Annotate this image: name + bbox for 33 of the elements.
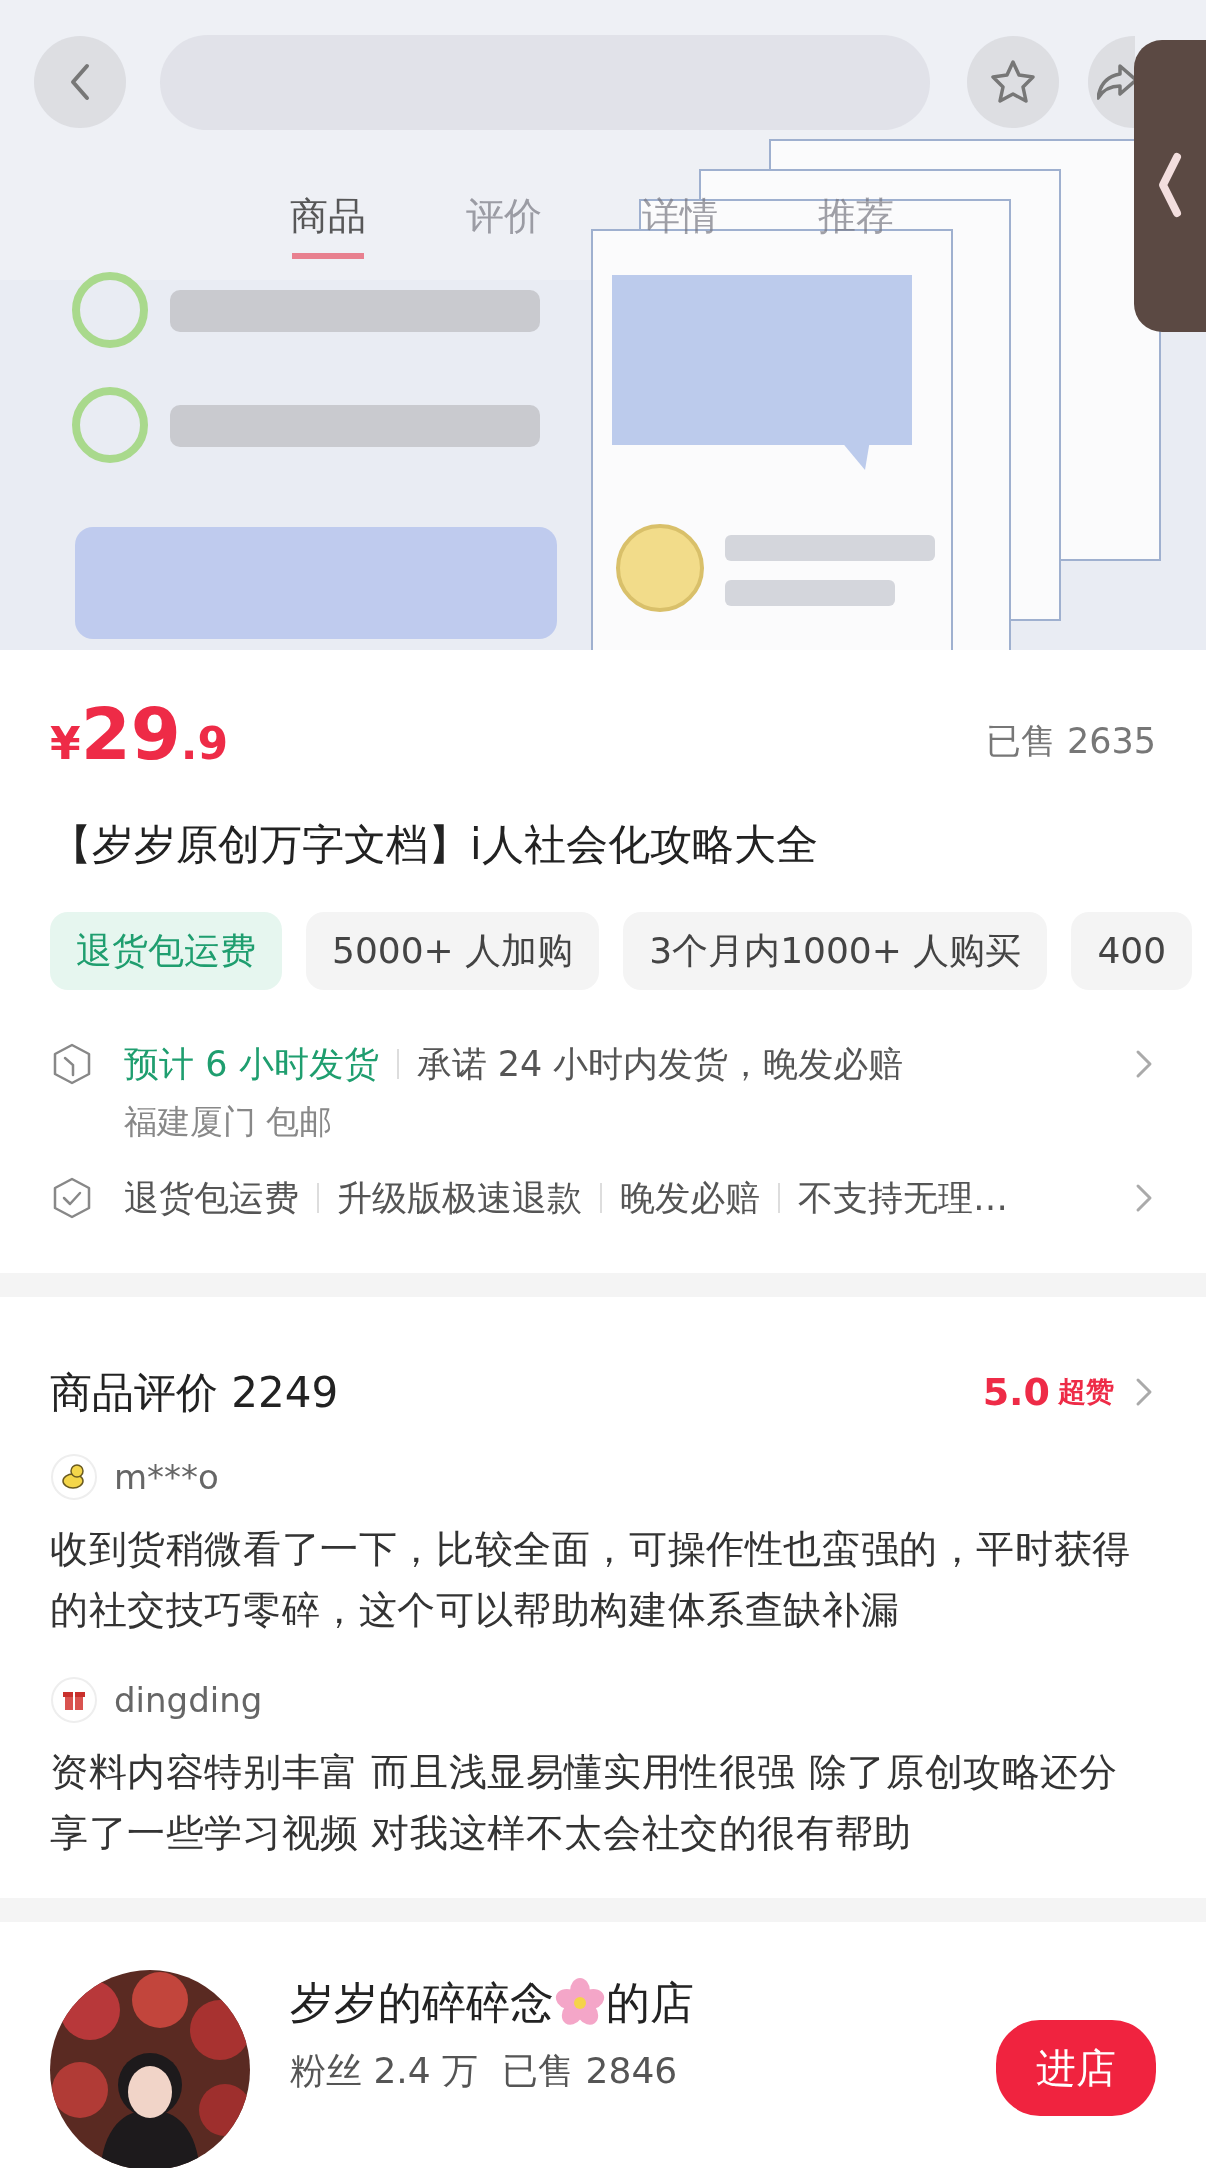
- reviewer-name: m***o: [114, 1455, 219, 1499]
- guarantee: 不支持无理…: [798, 1177, 1008, 1220]
- tag: 400: [1071, 912, 1193, 990]
- tab[interactable]: 详情: [642, 188, 718, 259]
- tag: 退货包运费: [50, 912, 282, 990]
- enter-shop-button[interactable]: 进店: [996, 2019, 1156, 2116]
- sold-count: 已售 2635: [985, 719, 1156, 763]
- gift-avatar-icon: [50, 1676, 98, 1724]
- guarantee: 升级版极速退款: [337, 1177, 582, 1220]
- product-title: 【岁岁原创万字文档】i人社会化攻略大全: [50, 819, 819, 871]
- shipping-origin: 福建厦门 包邮: [124, 1100, 334, 1143]
- tag: 5000+ 人加购: [306, 912, 600, 990]
- reviews-heading: 商品评价 2249: [50, 1366, 339, 1419]
- star-icon: [988, 58, 1038, 106]
- guarantee: 退货包运费: [124, 1177, 299, 1220]
- tab[interactable]: 推荐: [818, 188, 894, 259]
- rating-score: 5.0: [982, 1368, 1050, 1416]
- share-icon: [1097, 64, 1135, 100]
- review-text: 收到货稍微看了一下，比较全面，可操作性也蛮强的，平时获得的社交技巧零碎，这个可以帮助构建体系查缺补漏: [50, 1525, 1132, 1634]
- shop-stat: 已售 2846: [502, 2048, 678, 2093]
- tag: 3个月内1000+ 人购买: [623, 912, 1048, 990]
- shop-stat: 粉丝 2.4 万: [290, 2048, 479, 2093]
- rating-label: 超赞: [1058, 1374, 1114, 1410]
- tab[interactable]: 评价: [466, 188, 542, 259]
- side-handle[interactable]: [1134, 40, 1206, 332]
- guarantee: 晚发必赔: [620, 1177, 760, 1220]
- shop-name: 岁岁的碎碎念: [290, 1975, 554, 2030]
- reviewer-name: dingding: [114, 1678, 263, 1722]
- delivery-promise: 承诺 24 小时内发货，晚发必赔: [416, 1043, 904, 1086]
- delivery-estimate: 预计 6 小时发货: [124, 1043, 379, 1086]
- review-text: 资料内容特别丰富 而且浅显易懂实用性很强 除了原创攻略还分享了一些学习视频 对我这样不太会社交的很有帮助: [50, 1748, 1119, 1857]
- price: ¥29.9: [50, 698, 229, 777]
- shop-name: 的店: [606, 1975, 694, 2030]
